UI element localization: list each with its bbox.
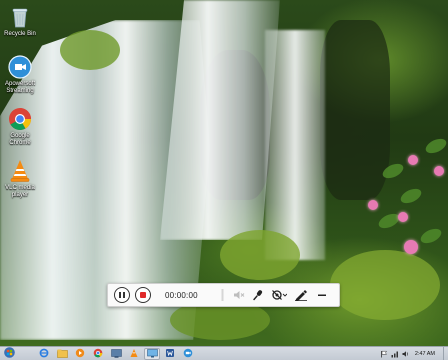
wallpaper-flower bbox=[434, 166, 444, 176]
start-button[interactable] bbox=[2, 345, 16, 360]
recorder-app-icon bbox=[110, 345, 122, 360]
desktop-icon-google-chrome[interactable]: Google Chrome bbox=[0, 106, 40, 147]
taskbar-item-monitor[interactable] bbox=[144, 345, 160, 360]
speaker-mute-icon bbox=[233, 289, 245, 301]
recycle-bin-icon bbox=[7, 4, 33, 30]
windows-start-icon bbox=[3, 345, 15, 360]
screen-recorder-toolbar: 00:00:00 bbox=[107, 283, 340, 307]
desktop-icon-apowersoft[interactable]: Apowersoft Streaming bbox=[0, 54, 40, 95]
taskbar-item-apowersoft[interactable] bbox=[180, 348, 196, 360]
taskbar-item-ie[interactable] bbox=[36, 348, 52, 360]
minimize-icon bbox=[317, 289, 327, 301]
file-explorer-icon bbox=[56, 345, 68, 360]
media-player-icon bbox=[75, 345, 85, 360]
system-tray: 2:47 AM bbox=[380, 346, 448, 360]
stop-record-button[interactable] bbox=[135, 287, 151, 303]
monitor-icon bbox=[146, 345, 158, 360]
desktop-icon-recycle-bin[interactable]: Recycle Bin bbox=[0, 4, 40, 38]
wallpaper-leaf bbox=[418, 225, 444, 247]
microphone-button[interactable] bbox=[251, 287, 265, 303]
pause-icon-bar bbox=[123, 292, 125, 298]
minimize-button[interactable] bbox=[315, 287, 329, 303]
desktop-icon-label: Recycle Bin bbox=[4, 31, 36, 37]
show-desktop-button[interactable] bbox=[443, 346, 448, 360]
taskbar-clock[interactable]: 2:47 AM bbox=[415, 351, 435, 357]
toolbar-divider bbox=[220, 287, 226, 303]
wallpaper-leaf bbox=[398, 185, 424, 207]
desktop-icon-label: VLC media player bbox=[5, 185, 35, 198]
tray-flag-icon[interactable] bbox=[380, 350, 388, 358]
vlc-icon bbox=[129, 345, 139, 360]
chrome-icon bbox=[7, 106, 33, 132]
taskbar-item-media-player[interactable] bbox=[72, 348, 88, 360]
recording-timer: 00:00:00 bbox=[165, 290, 198, 300]
ie-icon bbox=[39, 345, 49, 360]
apowersoft-icon bbox=[7, 54, 33, 80]
pen-draw-button[interactable] bbox=[293, 287, 309, 303]
wallpaper-flower bbox=[368, 200, 378, 210]
wallpaper-flower bbox=[408, 155, 418, 165]
pause-button[interactable] bbox=[114, 287, 130, 303]
pause-icon bbox=[119, 292, 121, 298]
taskbar-item-word[interactable] bbox=[162, 348, 178, 360]
webcam-button[interactable] bbox=[270, 287, 288, 303]
taskbar: 2:47 AM bbox=[0, 346, 448, 360]
word-icon bbox=[165, 345, 175, 360]
webcam-off-icon bbox=[271, 289, 287, 301]
speaker-mute-button[interactable] bbox=[232, 287, 246, 303]
wallpaper-moss bbox=[330, 250, 440, 320]
desktop-icon-label: Google Chrome bbox=[9, 133, 31, 146]
apowersoft-icon bbox=[183, 345, 193, 360]
wallpaper-flower bbox=[398, 212, 408, 222]
wallpaper-leaf bbox=[423, 135, 448, 157]
desktop-icon-label: Apowersoft Streaming bbox=[4, 81, 35, 94]
stop-record-icon bbox=[140, 292, 146, 298]
taskbar-item-chrome[interactable] bbox=[90, 348, 106, 360]
desktop-icon-vlc[interactable]: VLC media player bbox=[0, 158, 40, 199]
chrome-icon bbox=[93, 345, 103, 360]
microphone-icon bbox=[252, 289, 264, 301]
pen-draw-icon bbox=[294, 289, 308, 301]
wallpaper-waterfall bbox=[265, 30, 325, 260]
tray-volume-icon[interactable] bbox=[402, 350, 410, 358]
taskbar-item-vlc[interactable] bbox=[126, 348, 142, 360]
wallpaper-moss bbox=[220, 230, 300, 280]
wallpaper-moss bbox=[60, 30, 120, 70]
taskbar-item-file-explorer[interactable] bbox=[54, 348, 70, 360]
vlc-icon bbox=[7, 158, 33, 184]
taskbar-item-recorder-app[interactable] bbox=[108, 348, 124, 360]
wallpaper-rock bbox=[320, 20, 390, 200]
wallpaper-flower bbox=[404, 240, 418, 254]
tray-network-icon[interactable] bbox=[391, 350, 399, 358]
